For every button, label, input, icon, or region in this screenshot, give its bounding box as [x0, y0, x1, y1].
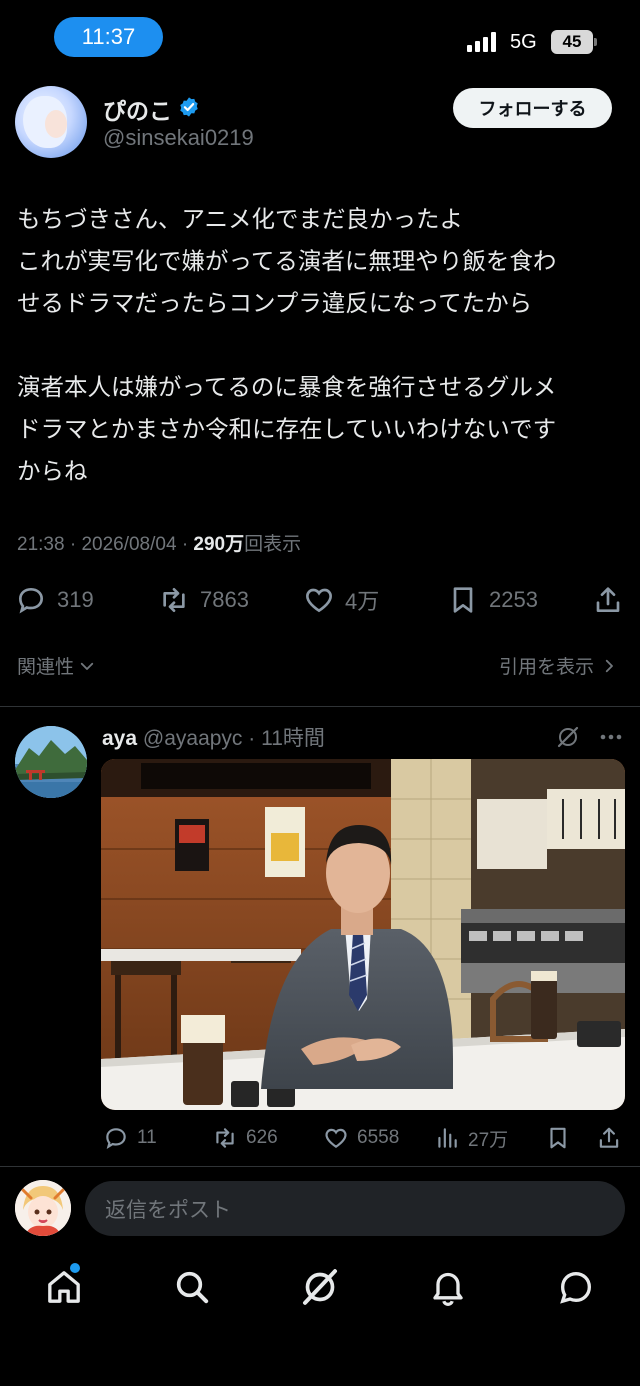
messages-icon: [560, 1271, 592, 1304]
status-time[interactable]: 11:37: [54, 17, 163, 57]
notifications-icon: [433, 1272, 463, 1306]
post-meta: 21:38 · 2026/08/04 · 290万回表示: [17, 534, 302, 555]
bookmark-icon: [550, 1127, 566, 1149]
home-icon: [48, 1271, 80, 1303]
battery-level: 45: [562, 32, 582, 51]
reply-like-count: 6558: [357, 1127, 400, 1148]
repost-button[interactable]: 7863: [158, 578, 249, 622]
divider: [0, 1166, 640, 1167]
views-chart-icon: [438, 1128, 457, 1148]
share-icon: [599, 1127, 619, 1148]
heart-icon: [325, 1128, 347, 1148]
view-label: 回表示: [244, 534, 302, 555]
my-avatar[interactable]: [15, 1180, 71, 1236]
chevron-right-icon: [605, 659, 613, 672]
reply-like-button[interactable]: 6558: [323, 1120, 399, 1156]
more-icon[interactable]: [598, 726, 624, 748]
grok-icon[interactable]: [556, 725, 580, 749]
post-line: せるドラマだったらコンプラ違反になってたから: [17, 289, 533, 317]
reply-actions: 11 626 6558 27万: [0, 1120, 640, 1156]
post-line: からね: [17, 457, 88, 485]
post-line: ドラマとかまさか令和に存在していいわけないです: [17, 415, 557, 443]
post-text: もちづきさん、アニメ化でまだ良かったよ これが実写化で嫌がってる演者に無理やり飯…: [17, 198, 627, 492]
reply-icon: [18, 587, 44, 614]
like-count: 4万: [345, 589, 380, 614]
reply-header: aya @ayaapyc · 11時間: [102, 727, 325, 750]
post-date: 2026/08/04: [81, 534, 177, 555]
heart-icon: [306, 588, 332, 613]
reply-reply-count: 11: [137, 1127, 157, 1148]
repost-icon: [216, 1128, 234, 1148]
share-icon: [596, 587, 620, 612]
like-button[interactable]: 4万: [303, 578, 379, 622]
reply-author-avatar[interactable]: [15, 726, 87, 798]
author-handle[interactable]: @sinsekai0219: [103, 125, 254, 151]
reply-author-name[interactable]: aya: [102, 727, 137, 750]
status-bar: 11:37 5G 45: [0, 0, 640, 76]
sort-relevance-toggle[interactable]: 関連性: [17, 652, 96, 679]
sort-label: 関連性: [17, 656, 75, 678]
search-icon: [176, 1271, 209, 1304]
post-line: 演者本人は嫌がってるのに暴食を強行させるグルメ: [17, 373, 557, 401]
battery-icon: 45: [551, 30, 597, 54]
reply-time: 11時間: [261, 727, 325, 750]
network-type: 5G: [510, 31, 537, 53]
repost-count: 7863: [200, 587, 249, 612]
reply-icon: [106, 1128, 126, 1150]
author-name[interactable]: ぴのこ: [103, 92, 172, 126]
reply-author-handle[interactable]: @ayaapyc: [143, 727, 243, 750]
grok-icon: [303, 1269, 337, 1305]
home-notification-dot: [70, 1263, 80, 1273]
reply-input-placeholder: 返信をポスト: [105, 1197, 231, 1222]
tab-home[interactable]: [44, 1263, 84, 1307]
bookmark-button[interactable]: 2253: [447, 578, 538, 622]
tab-messages[interactable]: [556, 1267, 596, 1307]
verified-badge-icon: [180, 97, 198, 117]
quotes-label: 引用を表示: [498, 656, 594, 678]
reply-count: 319: [57, 587, 94, 612]
view-count[interactable]: 290万: [193, 534, 244, 555]
reply-share-button[interactable]: [596, 1120, 630, 1156]
reply-repost-count: 626: [246, 1127, 278, 1148]
reply-input[interactable]: 返信をポスト: [85, 1181, 625, 1236]
bottom-tab-bar: [0, 1255, 640, 1325]
tab-grok[interactable]: [300, 1267, 340, 1307]
reply-reply-button[interactable]: 11: [103, 1120, 157, 1156]
divider: [0, 706, 640, 707]
tab-notifications[interactable]: [428, 1267, 468, 1307]
reply-views-button[interactable]: 27万: [434, 1120, 508, 1156]
share-button[interactable]: [592, 578, 634, 622]
repost-icon: [163, 588, 185, 612]
follow-button[interactable]: フォローする: [453, 88, 612, 128]
post-line: これが実写化で嫌がってる演者に無理やり飯を食わ: [17, 247, 557, 275]
tab-search[interactable]: [172, 1267, 212, 1307]
reply-button[interactable]: 319: [15, 578, 94, 622]
bookmark-count: 2253: [489, 587, 538, 612]
post-time: 21:38: [17, 534, 65, 555]
reply-view-count: 27万: [468, 1129, 509, 1151]
signal-icon: [467, 32, 501, 52]
bookmark-icon: [453, 587, 473, 613]
author-avatar[interactable]: [15, 86, 87, 158]
reply-repost-button[interactable]: 626: [212, 1120, 278, 1156]
post-actions: 319 7863 4万 2253: [0, 578, 640, 622]
reply-bookmark-button[interactable]: [545, 1120, 579, 1156]
chevron-down-icon: [80, 662, 94, 670]
post-line: もちづきさん、アニメ化でまだ良かったよ: [17, 205, 464, 233]
reply-photo[interactable]: [101, 759, 625, 1110]
view-quotes-link[interactable]: 引用を表示: [499, 652, 618, 679]
